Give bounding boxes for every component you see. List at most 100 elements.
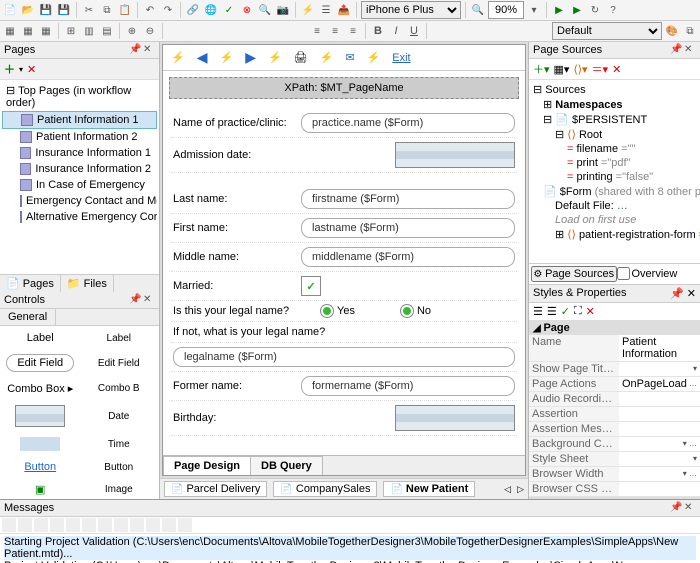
m-ico[interactable] [50, 518, 64, 532]
close-icon[interactable]: ✕ [684, 44, 696, 56]
color-icon[interactable]: 🎨 [664, 23, 680, 39]
sty-icon[interactable]: ⧉ [682, 23, 698, 39]
controls-tab-general[interactable]: General [0, 309, 56, 325]
sim-icon[interactable]: ↻ [587, 2, 603, 18]
italic-icon[interactable]: I [388, 23, 404, 39]
delete-page-icon[interactable]: ✕ [27, 63, 36, 76]
control-label[interactable]: Edit Field [81, 350, 158, 376]
control-preview[interactable]: Button [2, 457, 79, 477]
doc-tab-parcel[interactable]: 📄 Parcel Delivery [164, 481, 267, 497]
save-icon[interactable]: 💾 [38, 2, 54, 18]
bolt-icon[interactable]: ⚡ [171, 51, 185, 64]
practice-field[interactable]: practice.name ($Form) [301, 113, 515, 133]
close-icon[interactable]: ✕ [143, 44, 155, 56]
form-area[interactable]: Name of practice/clinic:practice.name ($… [163, 105, 525, 455]
bolt-icon[interactable]: ⚡ [219, 51, 233, 64]
dd-icon[interactable]: ▾ [19, 65, 23, 74]
grid1-icon[interactable]: ▦ [2, 23, 18, 39]
redo-icon[interactable]: ↷ [160, 2, 176, 18]
elem-icon[interactable]: ⟨⟩▾ [573, 63, 587, 76]
print-icon[interactable]: 🖨 [294, 51, 308, 64]
firstname-field[interactable]: lastname ($Form) [301, 218, 515, 238]
sidebar-page-item[interactable]: In Case of Emergency [2, 177, 157, 193]
props-grid[interactable]: ◢ Page NamePatient Information Show Page… [529, 321, 700, 500]
control-preview[interactable]: ▣ [2, 479, 79, 499]
mail-icon[interactable]: ✉ [345, 51, 354, 64]
al-r-icon[interactable]: ≡ [345, 23, 361, 39]
messages-body[interactable]: Starting Project Validation (C:\Users\en… [0, 534, 700, 563]
al-c-icon[interactable]: ≡ [327, 23, 343, 39]
m-ico[interactable] [66, 518, 80, 532]
doc-tab-newpatient[interactable]: 📄 New Patient [383, 481, 475, 497]
open-icon[interactable]: 📂 [20, 2, 36, 18]
birthday-date-picker[interactable] [395, 405, 515, 431]
bolt-icon[interactable]: ⚡ [268, 51, 282, 64]
bold-icon[interactable]: B [370, 23, 386, 39]
copy-icon[interactable]: ⧉ [99, 2, 115, 18]
tab-page-design[interactable]: Page Design [163, 456, 251, 475]
del-icon[interactable]: ⊖ [142, 23, 158, 39]
sidebar-page-item[interactable]: Patient Information 2 [2, 129, 157, 145]
tab-next-icon[interactable]: ▷ [517, 484, 524, 495]
control-label[interactable]: Date [81, 401, 158, 431]
run-icon[interactable]: ▶ [551, 2, 567, 18]
m-ico[interactable] [130, 518, 144, 532]
add-page-icon[interactable]: ＋ [4, 61, 15, 77]
run2-icon[interactable]: ▶ [569, 2, 585, 18]
bolt-icon[interactable]: ⚡ [320, 51, 334, 64]
overview-check[interactable]: Overview [617, 266, 699, 282]
vnr-icon[interactable]: ⊗ [239, 2, 255, 18]
pin-icon[interactable]: 📌 [129, 294, 141, 306]
sidebar-page-item[interactable]: Emergency Contact and Me [2, 193, 157, 209]
m-ico[interactable] [114, 518, 128, 532]
legalname-field[interactable]: legalname ($Form) [173, 347, 515, 367]
p-ico[interactable]: ✓ [561, 305, 570, 318]
sources-tree[interactable]: ⊟ Sources ⊞ Namespaces ⊟ 📄 $PERSISTENT ⊟… [529, 80, 700, 263]
close-icon[interactable]: ✕ [684, 502, 696, 514]
validate-icon[interactable]: ✓ [221, 2, 237, 18]
legal-no-radio[interactable]: No [401, 305, 431, 317]
m-ico[interactable] [146, 518, 160, 532]
sidebar-page-item[interactable]: Insurance Information 2 [2, 161, 157, 177]
back-icon[interactable]: ◀ [197, 49, 208, 66]
help-icon[interactable]: ? [605, 2, 621, 18]
find-icon[interactable]: 🔍 [257, 2, 273, 18]
control-label[interactable]: Combo B [81, 378, 158, 399]
style-select[interactable]: Default [552, 22, 662, 40]
p-del-icon[interactable]: ✕ [586, 305, 595, 318]
p-ico[interactable]: ⛶ [574, 305, 582, 318]
al-l-icon[interactable]: ≡ [309, 23, 325, 39]
xpath-bar[interactable]: XPath: $MT_PageName [169, 77, 519, 99]
row-icon[interactable]: ▤ [99, 23, 115, 39]
tab-prev-icon[interactable]: ◁ [504, 484, 511, 495]
m-ico[interactable] [178, 518, 192, 532]
tab-files[interactable]: 📁 Files [61, 275, 114, 292]
forward-icon[interactable]: ▶ [245, 49, 256, 66]
m-ico[interactable] [82, 518, 96, 532]
zoom-icon[interactable]: 🔍 [470, 2, 486, 18]
underline-icon[interactable]: U [406, 23, 422, 39]
cut-icon[interactable]: ✂ [81, 2, 97, 18]
tab-db-query[interactable]: DB Query [250, 456, 323, 475]
pin-icon[interactable]: 📌 [670, 44, 682, 56]
deploy-icon[interactable]: 📤 [336, 2, 352, 18]
control-preview[interactable]: Combo Box ▸ [2, 378, 79, 399]
sidebar-page-item[interactable]: Insurance Information 1 [2, 145, 157, 161]
control-preview[interactable]: Label [2, 328, 79, 348]
middlename-field[interactable]: middlename ($Form) [301, 247, 515, 267]
bolt-icon[interactable]: ⚡ [300, 2, 316, 18]
add-icon[interactable]: ＋▾ [533, 61, 550, 77]
m-ico[interactable] [34, 518, 48, 532]
pin-icon[interactable]: 📌 [670, 288, 684, 300]
m-ico[interactable] [18, 518, 32, 532]
server-icon[interactable]: ☰ [318, 2, 334, 18]
zoom-input[interactable] [488, 1, 524, 19]
grid3-icon[interactable]: ▦ [38, 23, 54, 39]
del-icon[interactable]: ✕ [612, 63, 621, 76]
control-label[interactable]: Image [81, 479, 158, 499]
bolt-icon[interactable]: ⚡ [367, 51, 381, 64]
tbl-icon[interactable]: ⊞ [63, 23, 79, 39]
pages-tree[interactable]: ⊟ Top Pages (in workflow order) Patient … [0, 80, 159, 274]
undo-icon[interactable]: ↶ [142, 2, 158, 18]
control-preview[interactable]: Edit Field [2, 350, 79, 376]
